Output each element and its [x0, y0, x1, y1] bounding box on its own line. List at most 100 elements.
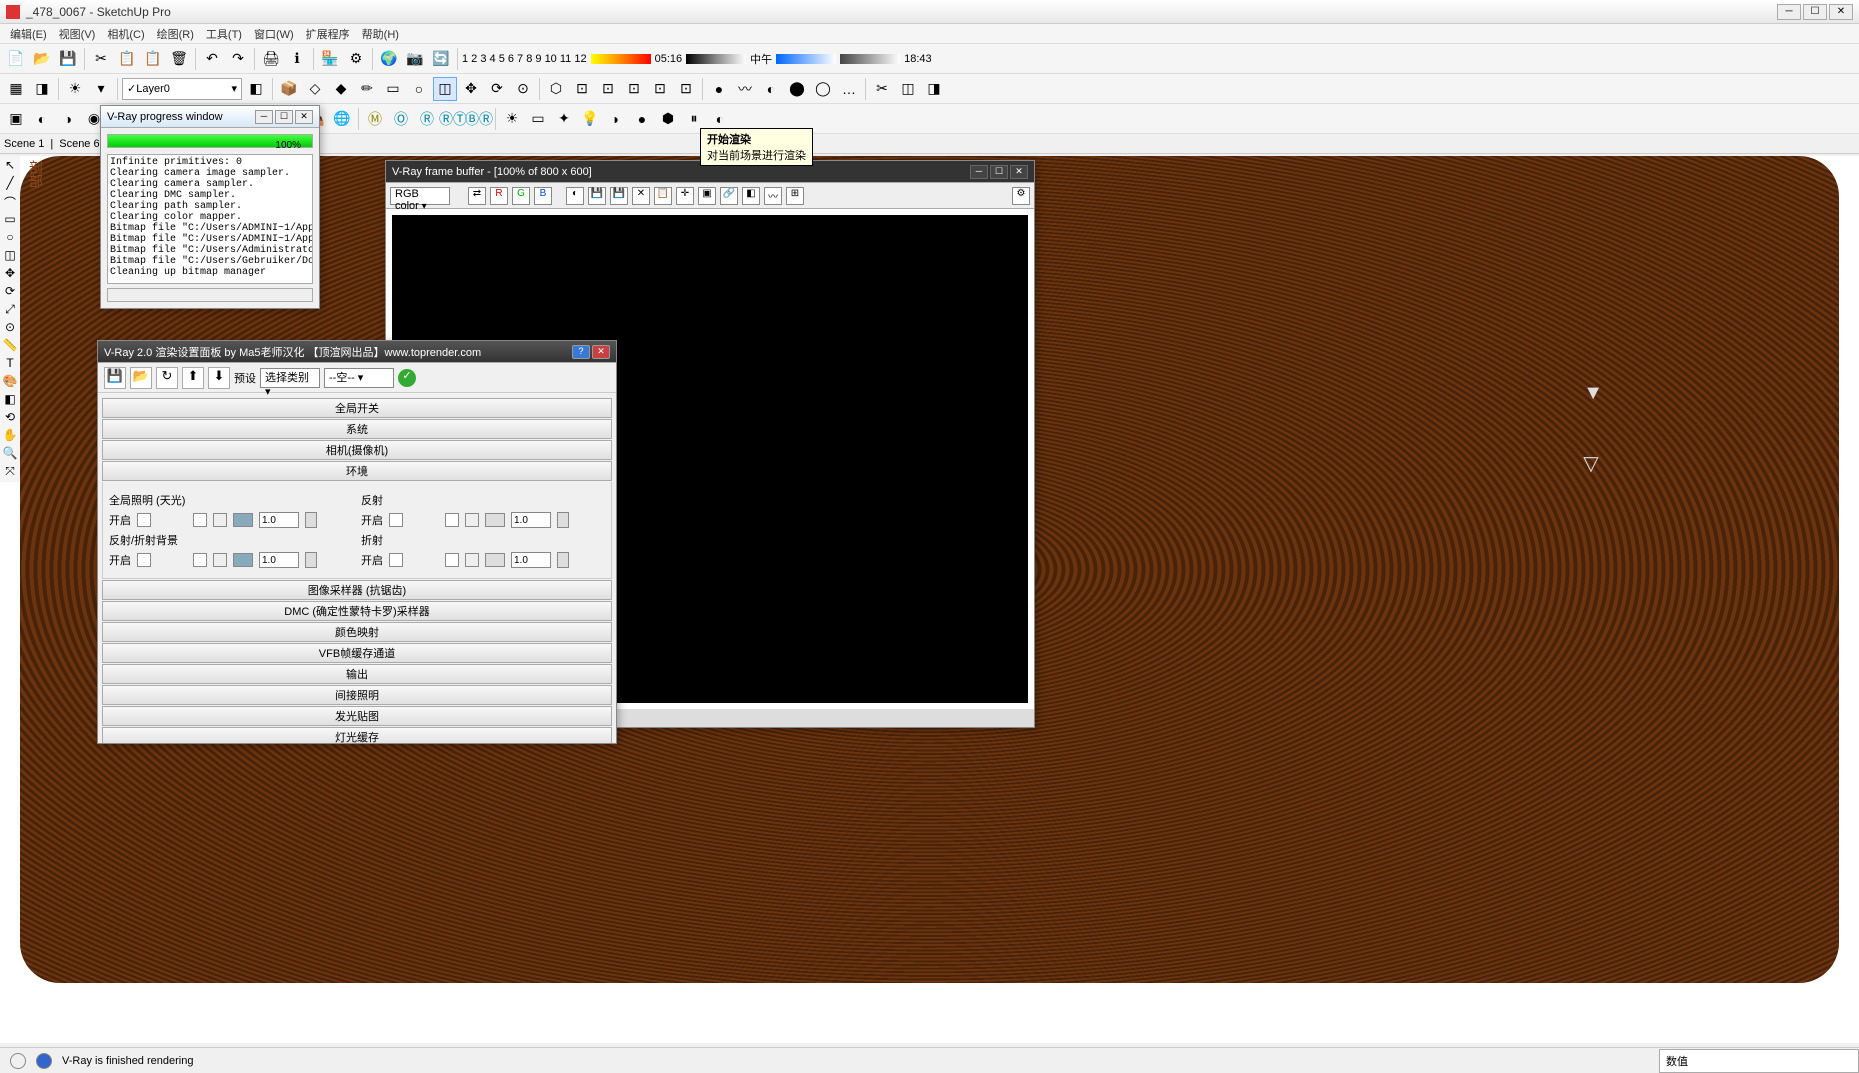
move-button[interactable]: ✥ — [459, 77, 483, 101]
plugin-btn-1[interactable]: ▣ — [4, 107, 28, 131]
vray-proxy-button[interactable]: ⬢ — [656, 107, 680, 131]
tool-pan[interactable]: ✋ — [2, 428, 18, 444]
time-gradient[interactable] — [686, 54, 746, 64]
vfb-close-button[interactable]: ✕ — [1010, 165, 1028, 179]
section-lightcache[interactable]: 灯光缓存 — [102, 727, 612, 743]
menu-draw[interactable]: 绘图(R) — [151, 26, 200, 42]
section-cut-button[interactable]: ◨ — [922, 77, 946, 101]
circle-button[interactable]: ○ — [407, 77, 431, 101]
opt-save-button[interactable]: 💾 — [104, 367, 126, 389]
vfb-cc-button[interactable]: ◧ — [742, 187, 760, 205]
redo-button[interactable]: ↷ — [226, 47, 250, 71]
minimize-button[interactable]: ─ — [1777, 4, 1801, 20]
rotate-button[interactable]: ⟳ — [485, 77, 509, 101]
section-button[interactable]: ✂ — [870, 77, 894, 101]
menu-extensions[interactable]: 扩展程序 — [300, 26, 356, 42]
section-display-button[interactable]: ◫ — [896, 77, 920, 101]
refr-mult-input[interactable] — [511, 552, 551, 568]
menu-view[interactable]: 视图(V) — [53, 26, 102, 42]
reflbg-spinner[interactable] — [305, 552, 317, 568]
make-component-button[interactable]: 📦 — [277, 77, 301, 101]
geo-toggle-button[interactable]: 🔄 — [429, 47, 453, 71]
month-gradient[interactable] — [591, 54, 651, 64]
layer-dropdown[interactable]: ✓ Layer0 ▾ — [122, 78, 242, 100]
status-help-icon[interactable] — [36, 1053, 52, 1069]
rect-button[interactable]: ▭ — [381, 77, 405, 101]
sun-icon[interactable]: ☀ — [63, 77, 87, 101]
back-button[interactable]: ⊡ — [648, 77, 672, 101]
vray-br-button[interactable]: ⒷⓇ — [467, 107, 491, 131]
vray-color-button[interactable]: ◐ — [708, 107, 732, 131]
section-output[interactable]: 输出 — [102, 664, 612, 684]
left-button[interactable]: ⊡ — [674, 77, 698, 101]
vray-sun-button[interactable]: ☀ — [500, 107, 524, 131]
vfb-gear-icon[interactable]: ⚙ — [1012, 187, 1030, 205]
reflbg-override-check[interactable] — [193, 553, 207, 567]
preset-apply-button[interactable]: ✓ — [398, 369, 416, 387]
eraser-button[interactable]: ◆ — [329, 77, 353, 101]
paste-button[interactable]: 📋 — [141, 47, 165, 71]
layer-manager-button[interactable]: ◧ — [244, 77, 268, 101]
vray-point-button[interactable]: ✦ — [552, 107, 576, 131]
vfb-link-button[interactable]: 🔗 — [720, 187, 738, 205]
opt-reset-button[interactable]: ↻ — [156, 367, 178, 389]
top-button[interactable]: ⊡ — [570, 77, 594, 101]
section-camera[interactable]: 相机(摄像机) — [102, 440, 612, 460]
delete-button[interactable]: 🗑 — [167, 47, 191, 71]
tool-tape[interactable]: 📏 — [2, 338, 18, 354]
vray-dome-button[interactable]: ◗ — [604, 107, 628, 131]
tool-offset[interactable]: ⊙ — [2, 320, 18, 336]
tab-scene-6[interactable]: Scene 6 — [59, 138, 99, 150]
menu-camera[interactable]: 相机(C) — [101, 26, 150, 42]
refl-spinner[interactable] — [557, 512, 569, 528]
progress-log[interactable]: Infinite primitives: 0 Clearing camera i… — [107, 154, 313, 284]
tool-paint[interactable]: 🎨 — [2, 374, 18, 390]
vray-opt-title-bar[interactable]: V-Ray 2.0 渲染设置面板 by Ma5老师汉化 【顶渲网出品】www.t… — [98, 341, 616, 363]
shape-button[interactable]: ◐ — [759, 77, 783, 101]
vfb-r-button[interactable]: R — [490, 187, 508, 205]
menu-edit[interactable]: 编辑(E) — [4, 26, 53, 42]
model-info-button[interactable]: ℹ — [285, 47, 309, 71]
print-button[interactable]: 🖨 — [259, 47, 283, 71]
refr-color-swatch[interactable] — [485, 553, 505, 567]
vray-o-button[interactable]: Ⓞ — [389, 107, 413, 131]
vfb-saveall-button[interactable]: 💾 — [610, 187, 628, 205]
plugin-btn-2[interactable]: ◐ — [30, 107, 54, 131]
refr-override-check[interactable] — [445, 553, 459, 567]
section-sampler[interactable]: 图像采样器 (抗锯齿) — [102, 580, 612, 600]
progress-close-button[interactable]: ✕ — [295, 110, 313, 124]
time-gradient-2[interactable] — [776, 54, 836, 64]
section-vfbchan[interactable]: VFB帧缓存通道 — [102, 643, 612, 663]
tool-select[interactable]: ↖ — [2, 158, 18, 174]
vray-opt-close-button[interactable]: ✕ — [592, 345, 610, 359]
copy-button[interactable]: 📋 — [115, 47, 139, 71]
sphere-button[interactable]: ⬤ — [785, 77, 809, 101]
refr-on-check[interactable] — [389, 553, 403, 567]
refr-spinner[interactable] — [557, 552, 569, 568]
xray-button[interactable]: ▦ — [4, 77, 28, 101]
reflbg-check2[interactable] — [213, 553, 227, 567]
section-global[interactable]: 全局开关 — [102, 398, 612, 418]
vfb-track-button[interactable]: ✛ — [676, 187, 694, 205]
section-color[interactable]: 颜色映射 — [102, 622, 612, 642]
select-button[interactable]: ◇ — [303, 77, 327, 101]
vray-ies-button[interactable]: 💡 — [578, 107, 602, 131]
round-button[interactable]: ● — [707, 77, 731, 101]
tool-circle[interactable]: ○ — [2, 230, 18, 246]
more-button[interactable]: … — [837, 77, 861, 101]
front-button[interactable]: ⊡ — [596, 77, 620, 101]
gi-mult-input[interactable] — [259, 512, 299, 528]
warehouse-button[interactable]: 🏪 — [318, 47, 342, 71]
menu-window[interactable]: 窗口(W) — [248, 26, 300, 42]
geo-button[interactable]: 🌍 — [377, 47, 401, 71]
tool-text[interactable]: T — [2, 356, 18, 372]
arrow-down-icon[interactable]: ▾ — [89, 77, 113, 101]
progress-max-button[interactable]: ☐ — [275, 110, 293, 124]
vfb-swap-button[interactable]: ⇄ — [468, 187, 486, 205]
preset-category-dropdown[interactable]: 选择类别 ▾ — [260, 368, 320, 388]
vfb-copy-button[interactable]: 📋 — [654, 187, 672, 205]
refl-override-check[interactable] — [445, 513, 459, 527]
vfb-channel-dropdown[interactable]: RGB color ▾ — [390, 187, 450, 205]
vfb-mono-button[interactable]: ◐ — [566, 187, 584, 205]
measurements-box[interactable]: 数值 — [1659, 1049, 1859, 1073]
